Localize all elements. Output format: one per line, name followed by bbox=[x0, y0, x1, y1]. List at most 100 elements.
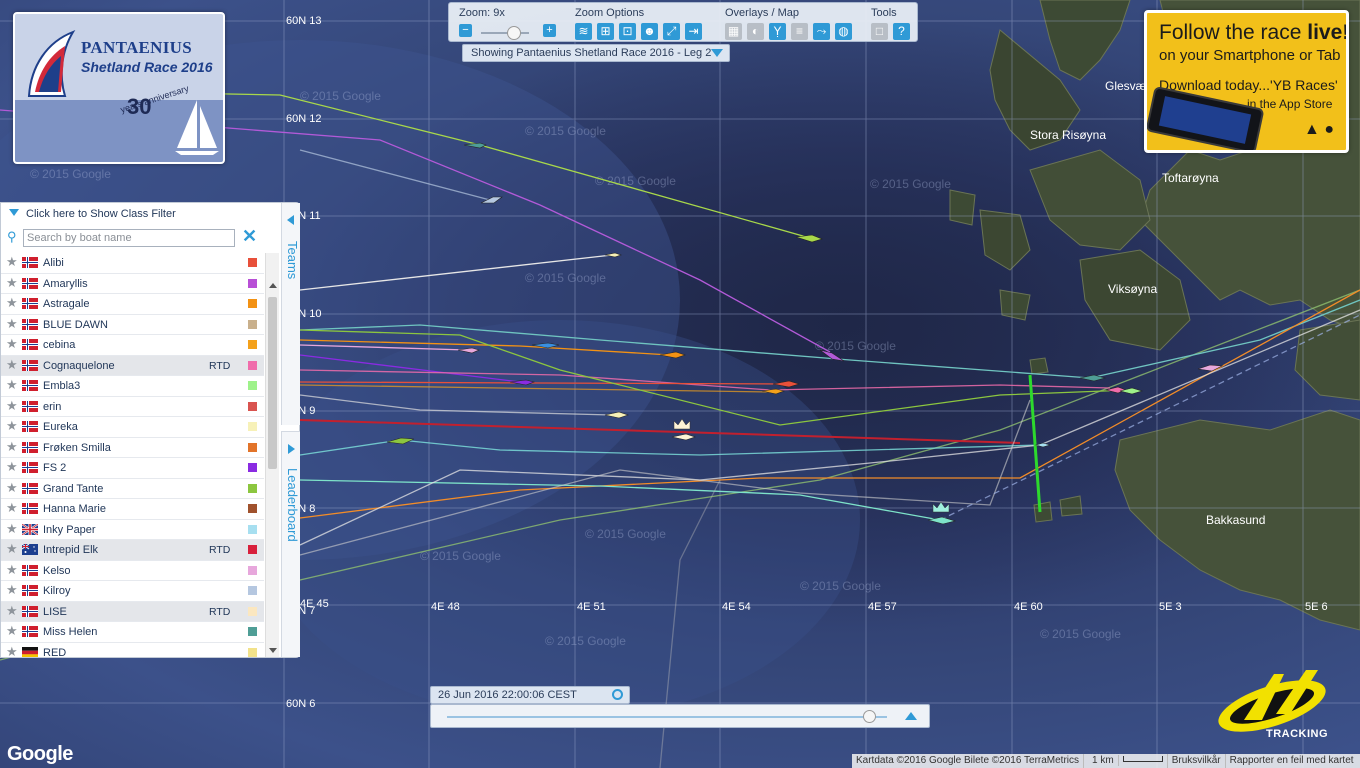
google-logo[interactable]: Google bbox=[7, 743, 73, 766]
boat-color-swatch bbox=[248, 504, 257, 513]
globe-icon[interactable]: ◍ bbox=[835, 23, 852, 40]
favorite-star-icon[interactable]: ★ bbox=[6, 439, 18, 454]
promo-headline: Follow the race live! bbox=[1159, 21, 1349, 44]
zoom-finish-icon[interactable]: ⇥ bbox=[685, 23, 702, 40]
boat-row[interactable]: ★ Miss Helen bbox=[1, 622, 264, 643]
favorite-star-icon[interactable]: ★ bbox=[6, 378, 18, 392]
favorite-star-icon[interactable]: ★ bbox=[6, 542, 18, 556]
tab-leaderboard-label: Leaderboard bbox=[285, 468, 300, 542]
expand-playback-icon[interactable] bbox=[905, 712, 917, 720]
favorite-star-icon[interactable]: ★ bbox=[6, 480, 18, 495]
zoom-plus-box-icon[interactable]: ⊞ bbox=[597, 23, 614, 40]
norway-flag-icon bbox=[22, 441, 38, 453]
boat-color-swatch bbox=[248, 422, 257, 431]
favorite-star-icon[interactable]: ★ bbox=[6, 275, 18, 290]
race-selector[interactable]: Showing Pantaenius Shetland Race 2016 - … bbox=[462, 44, 730, 62]
favorite-star-icon[interactable]: ★ bbox=[6, 337, 18, 351]
route-icon[interactable]: ⤳ bbox=[813, 23, 830, 40]
boat-row[interactable]: ★ Embla3 bbox=[1, 376, 264, 397]
boat-row[interactable]: ★ BLUE DAWN bbox=[1, 315, 264, 335]
favorite-star-icon[interactable]: ★ bbox=[6, 357, 18, 372]
favorite-star-icon[interactable]: ★ bbox=[6, 583, 18, 597]
fit-all-icon[interactable]: ⤢ bbox=[663, 23, 680, 40]
help-icon[interactable]: ? bbox=[893, 23, 910, 40]
boat-row[interactable]: ★ Kilroy bbox=[1, 581, 264, 602]
map-watermark: © 2015 Google bbox=[1040, 627, 1121, 641]
clock-icon[interactable] bbox=[612, 689, 623, 700]
favorite-star-icon[interactable]: ★ bbox=[6, 398, 18, 413]
course-icon[interactable]: Ỵ bbox=[769, 23, 786, 40]
zoom-slider[interactable] bbox=[467, 26, 533, 40]
favorite-star-icon[interactable]: ★ bbox=[6, 316, 18, 331]
boat-row[interactable]: ★ erin bbox=[1, 397, 264, 417]
zoom-slider-thumb[interactable] bbox=[507, 26, 521, 40]
boat-row[interactable]: ★ Frøken Smilla bbox=[1, 438, 264, 458]
boat-row[interactable]: ★ Alibi bbox=[1, 253, 264, 274]
boat-name: Eureka bbox=[43, 421, 78, 433]
yb-tracking-logo[interactable]: TRACKING bbox=[1214, 664, 1338, 744]
boat-row[interactable]: ★ Hanna Marie bbox=[1, 499, 264, 520]
favorite-star-icon[interactable]: ★ bbox=[6, 419, 18, 433]
uk-flag-icon bbox=[22, 523, 38, 535]
scroll-up-icon[interactable] bbox=[269, 283, 277, 288]
favorite-star-icon[interactable]: ★ bbox=[6, 562, 18, 577]
scrollbar-thumb[interactable] bbox=[268, 297, 277, 469]
zoom-selection-icon[interactable]: ⊡ bbox=[619, 23, 636, 40]
playback-timeline[interactable] bbox=[430, 704, 930, 728]
class-filter-toggle[interactable]: Click here to Show Class Filter bbox=[9, 208, 176, 220]
boat-name: Intrepid Elk bbox=[43, 544, 99, 556]
contrast-icon[interactable]: ◐ bbox=[747, 23, 764, 40]
lon-label: 5E 6 bbox=[1305, 601, 1328, 613]
wind-icon[interactable]: ≡ bbox=[791, 23, 808, 40]
boat-row[interactable]: ★ Inky Paper bbox=[1, 520, 264, 540]
clear-search-icon[interactable]: ✕ bbox=[242, 226, 257, 246]
favorite-star-icon[interactable]: ★ bbox=[6, 255, 18, 269]
grid-overlay-icon[interactable]: ▦ bbox=[725, 23, 742, 40]
boat-row[interactable]: ★ RED bbox=[1, 643, 264, 657]
boat-color-swatch bbox=[248, 463, 257, 472]
norway-flag-icon bbox=[22, 564, 38, 576]
favorite-star-icon[interactable]: ★ bbox=[6, 644, 18, 657]
timeline-thumb[interactable] bbox=[863, 710, 877, 723]
map-watermark: © 2015 Google bbox=[545, 634, 626, 648]
favorite-star-icon[interactable]: ★ bbox=[6, 624, 18, 638]
app-promo-banner[interactable]: Follow the race live! on your Smartphone… bbox=[1144, 10, 1349, 153]
boat-name: BLUE DAWN bbox=[43, 318, 108, 331]
boat-list: ★ Alibi ★ Amaryllis ★ Astragale ★ BLUE DAWN ★ ceb… bbox=[1, 253, 264, 657]
scroll-down-icon[interactable] bbox=[269, 648, 277, 653]
boat-row[interactable]: ★ Eureka bbox=[1, 417, 264, 438]
tab-leaderboard[interactable]: Leaderboard bbox=[281, 431, 300, 657]
search-input[interactable] bbox=[23, 229, 235, 247]
boat-list-scrollbar[interactable] bbox=[265, 253, 279, 657]
report-error-link[interactable]: Rapporter en feil med kartet bbox=[1226, 754, 1358, 768]
zoom-fleet-icon[interactable]: ≋ bbox=[575, 23, 592, 40]
favorite-star-icon[interactable]: ★ bbox=[6, 296, 18, 310]
boat-color-swatch bbox=[248, 545, 257, 554]
timeline-track[interactable] bbox=[447, 716, 887, 718]
zoom-group-icon[interactable]: ☻ bbox=[641, 23, 658, 40]
boat-row[interactable]: ★ FS 2 bbox=[1, 458, 264, 479]
zoom-in-button[interactable]: + bbox=[543, 24, 556, 37]
boat-row[interactable]: ★ Cognaquelone RTD bbox=[1, 355, 264, 376]
boat-row[interactable]: ★ LISE RTD bbox=[1, 601, 264, 622]
boat-row[interactable]: ★ Astragale bbox=[1, 294, 264, 315]
boat-row[interactable]: ★ Grand Tante bbox=[1, 479, 264, 499]
boat-row[interactable]: ★ Kelso bbox=[1, 561, 264, 581]
lon-label: 4E 57 bbox=[868, 601, 897, 613]
terms-link[interactable]: Bruksvilkår bbox=[1168, 754, 1226, 768]
favorite-star-icon[interactable]: ★ bbox=[6, 460, 18, 474]
chevron-right-icon bbox=[288, 444, 295, 454]
favorite-star-icon[interactable]: ★ bbox=[6, 521, 18, 536]
checkbox-tool-icon[interactable]: □ bbox=[871, 23, 888, 40]
zoom-options-label: Zoom Options bbox=[575, 7, 645, 19]
boat-row[interactable]: ★ cebina bbox=[1, 335, 264, 356]
lat-label: 60N 13 bbox=[286, 15, 321, 27]
norway-flag-icon bbox=[22, 339, 38, 350]
tab-teams[interactable]: Teams bbox=[281, 203, 300, 425]
boat-row[interactable]: ★ Intrepid Elk RTD bbox=[1, 540, 264, 561]
favorite-star-icon[interactable]: ★ bbox=[6, 603, 18, 618]
map-scale[interactable]: 1 km bbox=[1084, 754, 1168, 768]
norway-flag-icon bbox=[22, 298, 38, 309]
favorite-star-icon[interactable]: ★ bbox=[6, 501, 18, 515]
boat-row[interactable]: ★ Amaryllis bbox=[1, 274, 264, 294]
